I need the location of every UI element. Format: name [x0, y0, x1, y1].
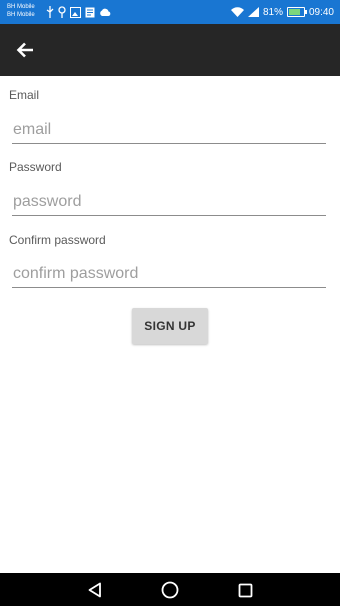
nav-back-button[interactable] — [84, 579, 106, 601]
confirm-password-field[interactable] — [12, 262, 326, 288]
note-icon — [85, 7, 95, 17]
app-bar — [0, 24, 340, 76]
cloud-icon — [100, 8, 111, 16]
status-right: 81% 09:40 — [230, 0, 334, 24]
battery-level-fill — [288, 9, 300, 15]
confirm-password-label: Confirm password — [9, 233, 106, 247]
email-label: Email — [9, 88, 40, 102]
recents-square-icon — [238, 583, 252, 597]
back-button[interactable] — [12, 37, 38, 63]
nav-home-button[interactable] — [159, 579, 181, 601]
clock: 09:40 — [308, 6, 334, 18]
password-label: Password — [9, 160, 62, 174]
carrier-info: BH Mobile BH Mobile — [7, 3, 35, 19]
status-bar: BH Mobile BH Mobile 81% 09:40 — [0, 0, 340, 24]
nav-recents-button[interactable] — [234, 579, 256, 601]
back-triangle-icon — [88, 582, 101, 598]
signal-icon — [247, 7, 259, 17]
battery-percent: 81% — [262, 6, 283, 18]
carrier-line-1: BH Mobile — [7, 4, 35, 10]
wifi-icon — [230, 7, 244, 17]
home-circle-icon — [161, 581, 179, 599]
sign-up-button[interactable]: SIGN UP — [132, 308, 208, 344]
notification-icons — [46, 5, 111, 19]
usb-icon — [46, 6, 54, 18]
navigation-bar — [0, 573, 340, 606]
location-icon — [58, 6, 66, 18]
email-field[interactable] — [12, 118, 326, 144]
arrow-back-icon — [16, 42, 33, 58]
battery-icon — [286, 7, 307, 17]
password-field[interactable] — [12, 190, 326, 216]
gallery-icon — [70, 6, 81, 18]
carrier-line-2: BH Mobile — [7, 12, 35, 18]
